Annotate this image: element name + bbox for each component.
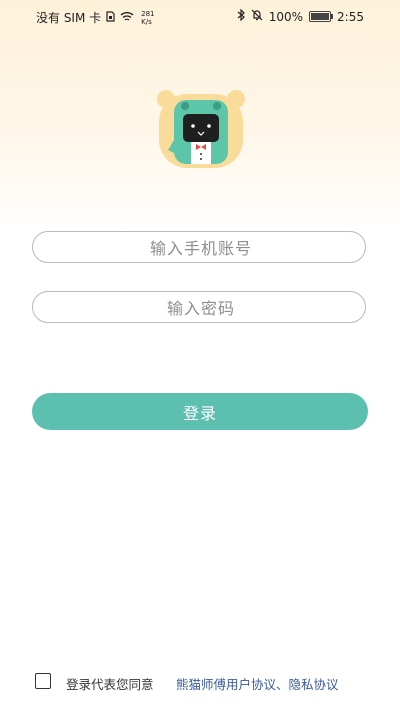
agreement-text: 登录代表您同意 bbox=[66, 677, 154, 692]
network-speed-unit: K/s bbox=[141, 17, 152, 26]
wifi-icon bbox=[120, 11, 134, 25]
sim-icon bbox=[106, 10, 115, 25]
clock: 2:55 bbox=[337, 9, 364, 24]
agreement-links[interactable]: 熊猫师傅用户协议、隐私协议 bbox=[176, 674, 339, 693]
network-speed-value: 281 bbox=[141, 9, 155, 18]
network-speed: 281 K/s bbox=[141, 10, 154, 26]
battery-icon bbox=[309, 11, 334, 22]
status-bar: 没有 SIM 卡 281 K/s 100% 2:55 bbox=[0, 0, 400, 34]
status-right: 100% 2:55 bbox=[237, 8, 364, 24]
agreement-row: 登录代表您同意 熊猫师傅用户协议、隐私协议 bbox=[35, 672, 375, 692]
mute-icon bbox=[251, 9, 263, 24]
battery-percent: 100% bbox=[268, 9, 304, 24]
panda-mascot-logo bbox=[157, 90, 245, 168]
status-left: 没有 SIM 卡 281 K/s bbox=[36, 9, 155, 26]
carrier-label: 没有 SIM 卡 bbox=[36, 11, 102, 25]
bluetooth-icon bbox=[237, 8, 245, 24]
password-input[interactable] bbox=[33, 292, 369, 324]
phone-field[interactable] bbox=[32, 231, 369, 264]
password-field[interactable] bbox=[32, 291, 369, 324]
phone-input[interactable] bbox=[33, 232, 369, 264]
login-button[interactable]: 登录 bbox=[32, 393, 368, 430]
agreement-checkbox[interactable] bbox=[35, 673, 51, 689]
